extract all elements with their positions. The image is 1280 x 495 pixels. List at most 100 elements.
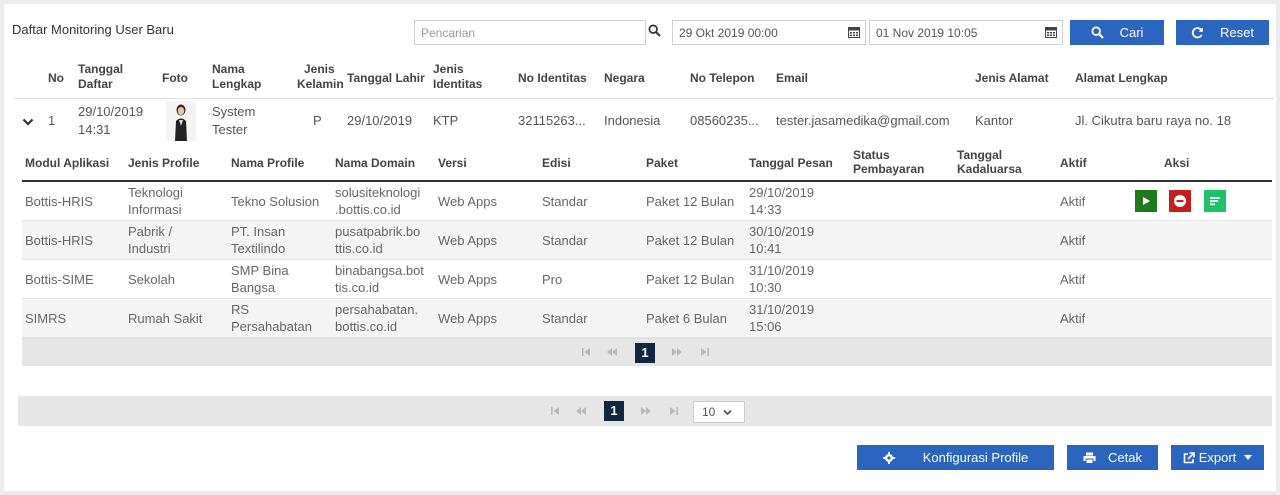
last-page-icon[interactable] <box>667 406 681 418</box>
last-page-icon[interactable] <box>698 347 712 359</box>
col-nama-domain: Nama Domain <box>335 156 416 170</box>
date-to-field[interactable]: 01 Nov 2019 10:05 <box>869 20 1063 45</box>
date-from-field[interactable]: 29 Okt 2019 00:00 <box>672 20 866 45</box>
col-foto: Foto <box>162 71 188 85</box>
col-nama-lengkap-1: Nama <box>212 62 245 76</box>
cell-jenis-profile-2: Industri <box>128 241 171 256</box>
cell-jenis-profile-1: Sekolah <box>128 272 175 287</box>
search-icon[interactable] <box>648 24 662 38</box>
search-button[interactable]: Cari <box>1070 20 1164 45</box>
print-icon <box>1083 452 1096 464</box>
col-nama-profile: Nama Profile <box>231 156 305 170</box>
row-tanggal-lahir: 29/10/2019 <box>347 113 413 128</box>
cell-edisi: Standar <box>542 311 588 326</box>
cell-aktif: Aktif <box>1060 233 1086 248</box>
search-button-label: Cari <box>1119 25 1144 40</box>
col-jenis-kelamin-1: Jenis <box>304 62 335 76</box>
col-tanggal-kadaluarsa-2: Kadaluarsa <box>957 162 1022 176</box>
cetak-label: Cetak <box>1108 450 1142 465</box>
cell-aktif: Aktif <box>1060 311 1086 326</box>
row-jenis-kelamin: P <box>313 113 322 128</box>
col-tanggal-daftar-2: Daftar <box>78 77 113 91</box>
next-page-icon[interactable] <box>670 347 684 359</box>
col-status-pembayaran-2: Pembayaran <box>853 162 925 176</box>
cell-modul: Bottis-HRIS <box>25 194 93 209</box>
cell-tanggal-pesan-2: 10:30 <box>749 280 782 295</box>
konfigurasi-profile-button[interactable]: Konfigurasi Profile <box>857 445 1054 470</box>
col-status-pembayaran-1: Status <box>853 148 890 162</box>
cell-nama-domain-2: .bottis.co.id <box>335 202 401 217</box>
first-page-icon[interactable] <box>579 347 593 359</box>
row-nama-lengkap-2: Tester <box>212 122 248 137</box>
table-row[interactable]: 1 29/10/2019 14:31 System Tester P 29/10… <box>14 98 1274 142</box>
search-icon <box>1091 26 1104 39</box>
cetak-button[interactable]: Cetak <box>1067 445 1158 470</box>
cell-jenis-profile-2: Informasi <box>128 202 182 217</box>
cell-nama-domain-1: persahabatan. <box>335 302 419 317</box>
col-aksi: Aksi <box>1164 156 1190 170</box>
caret-down-icon <box>1244 454 1253 460</box>
cell-nama-profile-2: Persahabatan <box>231 319 312 334</box>
col-email: Email <box>776 71 809 85</box>
table-row[interactable]: Bottis-HRIS Pabrik / Industri PT. Insan … <box>22 221 1272 260</box>
prev-page-icon[interactable] <box>605 347 619 359</box>
cell-nama-profile-2: Bangsa <box>231 280 276 295</box>
calendar-icon[interactable] <box>848 26 860 38</box>
cell-tanggal-pesan-1: 31/10/2019 <box>749 302 815 317</box>
cell-nama-domain-2: ttis.co.id <box>335 241 383 256</box>
cell-tanggal-pesan-1: 29/10/2019 <box>749 185 815 200</box>
cell-edisi: Standar <box>542 233 588 248</box>
next-page-icon[interactable] <box>639 406 653 418</box>
export-label: Export <box>1198 450 1237 465</box>
detail-button[interactable] <box>1204 190 1226 212</box>
row-no-identitas: 32115263... <box>518 113 586 128</box>
col-paket: Paket <box>646 156 679 170</box>
cell-versi: Web Apps <box>438 233 498 248</box>
konfigurasi-profile-label: Konfigurasi Profile <box>922 450 1029 465</box>
export-button[interactable]: Export <box>1171 445 1264 470</box>
cell-paket: Paket 6 Bulan <box>646 311 727 326</box>
chevron-down-icon[interactable] <box>22 114 34 132</box>
avatar[interactable] <box>166 101 196 141</box>
cell-paket: Paket 12 Bulan <box>646 194 735 209</box>
col-no: No <box>48 71 64 85</box>
row-tanggal-daftar-1: 29/10/2019 <box>78 104 144 119</box>
col-no-identitas: No Identitas <box>518 71 587 85</box>
external-link-icon <box>1183 451 1195 463</box>
calendar-icon[interactable] <box>1045 26 1057 38</box>
cell-aktif: Aktif <box>1060 272 1086 287</box>
table-row[interactable]: SIMRS Rumah Sakit RS Persahabatan persah… <box>22 299 1272 338</box>
cell-nama-profile-1: RS <box>231 302 250 317</box>
search-input[interactable] <box>414 20 646 45</box>
page-title: Daftar Monitoring User Baru <box>12 22 174 37</box>
row-email: tester.jasamedika@gmail.com <box>776 113 950 128</box>
date-from-value: 29 Okt 2019 00:00 <box>679 26 778 40</box>
cell-modul: Bottis-SIME <box>25 272 94 287</box>
col-nama-lengkap-2: Lengkap <box>212 77 262 91</box>
cell-tanggal-pesan-1: 30/10/2019 <box>749 224 815 239</box>
col-versi: Versi <box>438 156 467 170</box>
cell-nama-profile-1: PT. Insan <box>231 224 286 239</box>
col-modul: Modul Aplikasi <box>25 156 110 170</box>
cell-tanggal-pesan-2: 10:41 <box>749 241 782 256</box>
play-icon <box>1143 197 1150 205</box>
stop-button[interactable] <box>1169 190 1191 212</box>
cell-nama-profile-1: SMP Bina <box>231 263 289 278</box>
main-page-number[interactable]: 1 <box>604 401 624 421</box>
table-row[interactable]: Bottis-HRIS Teknologi Informasi Tekno So… <box>22 182 1272 221</box>
page-size-value: 10 <box>702 405 716 419</box>
first-page-icon[interactable] <box>548 406 562 418</box>
chevron-down-icon <box>723 409 732 416</box>
detail-page-number[interactable]: 1 <box>635 343 655 363</box>
page-size-select[interactable]: 10 <box>693 401 745 423</box>
prev-page-icon[interactable] <box>574 406 588 418</box>
cell-nama-domain-1: solusiteknologi <box>335 185 421 200</box>
table-row[interactable]: Bottis-SIME Sekolah SMP Bina Bangsa bina… <box>22 260 1272 299</box>
reset-button[interactable]: Reset <box>1176 20 1269 45</box>
play-button[interactable] <box>1135 190 1157 212</box>
row-tanggal-daftar-2: 14:31 <box>78 122 111 137</box>
cell-modul: Bottis-HRIS <box>25 233 93 248</box>
refresh-icon <box>1191 27 1203 39</box>
stop-icon <box>1174 195 1186 207</box>
col-jenis-identitas-1: Jenis <box>433 62 464 76</box>
